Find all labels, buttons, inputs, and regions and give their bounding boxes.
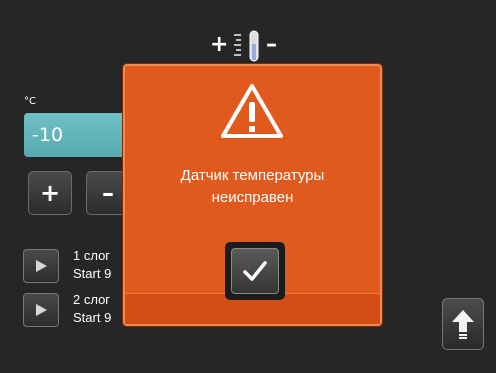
layer-2-play-button[interactable] <box>23 293 59 327</box>
upload-button[interactable] <box>442 298 484 350</box>
upload-arrow-icon <box>452 310 474 339</box>
increase-button[interactable]: + <box>28 171 72 215</box>
layer-2-label: 2 слог Start 9 <box>73 291 111 327</box>
plus-icon: + <box>39 179 61 207</box>
oven-control-screen: + – °C -10 + – 1 слог Start 9 2 слог Sta… <box>0 0 496 373</box>
play-icon <box>36 260 47 272</box>
thermometer-scale-icon <box>234 34 241 56</box>
confirm-button[interactable] <box>225 242 285 300</box>
layer-1-program: Start 9 <box>73 266 112 281</box>
temperature-unit-label: °C <box>24 96 36 107</box>
thermometer-icon <box>249 30 259 62</box>
layer-1-play-button[interactable] <box>23 249 59 283</box>
temperature-value: -10 <box>32 124 64 146</box>
checkmark-icon <box>243 261 267 281</box>
minus-icon: – <box>102 179 114 207</box>
temperature-indicator: + – <box>208 30 288 64</box>
layer-item-1: 1 слог Start 9 <box>23 245 133 287</box>
layer-1-label: 1 слог Start 9 <box>73 247 111 283</box>
layer-1-title: 1 слог <box>73 248 111 263</box>
error-message-line1: Датчик температуры <box>180 167 325 184</box>
error-message: Датчик температуры неисправен <box>125 165 380 209</box>
layer-item-2: 2 слог Start 9 <box>23 289 133 331</box>
thermometer-plus-sign: + <box>210 32 229 57</box>
layer-2-title: 2 слог <box>73 292 111 307</box>
error-message-line2: неисправен <box>211 189 294 206</box>
play-icon <box>36 304 47 316</box>
error-dialog: Датчик температуры неисправен <box>123 64 382 326</box>
confirm-button-face <box>231 248 279 294</box>
warning-triangle-icon <box>221 84 283 138</box>
temperature-value-field[interactable]: -10 <box>24 113 134 157</box>
layer-2-program: Start 9 <box>73 310 112 325</box>
thermometer-minus-sign: – <box>266 32 277 57</box>
